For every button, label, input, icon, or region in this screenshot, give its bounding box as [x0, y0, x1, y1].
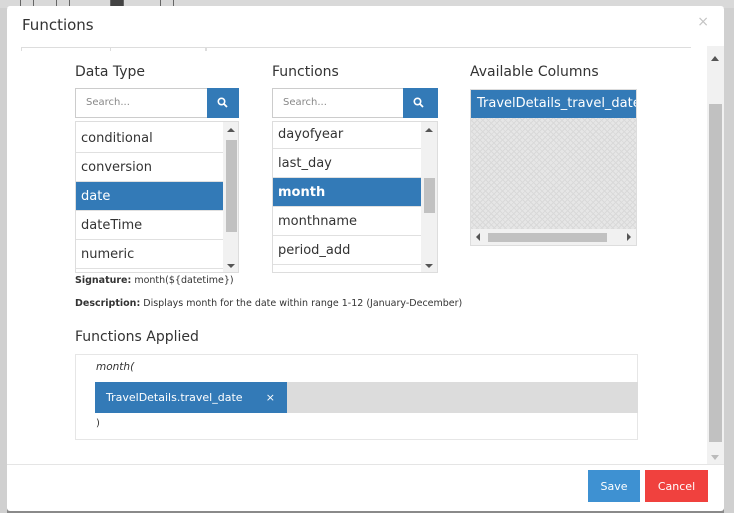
list-scrollbar[interactable]: [421, 122, 437, 272]
signature-line: Signature: month(${datetime}): [75, 275, 234, 286]
list-item[interactable]: period_diff: [273, 265, 421, 272]
dialog-scrollbar[interactable]: [707, 46, 724, 464]
data-type-search: Search...: [75, 88, 239, 118]
list-item[interactable]: conversion: [76, 153, 223, 182]
applied-function-close: ): [96, 418, 100, 429]
scroll-up-icon[interactable]: [425, 128, 433, 132]
background-panel: [724, 8, 734, 513]
scrollbar-thumb[interactable]: [709, 104, 722, 442]
data-type-label: Data Type: [75, 64, 146, 80]
list-item[interactable]: conditional: [76, 124, 223, 153]
scroll-right-icon[interactable]: [627, 233, 631, 241]
signature-label: Signature:: [75, 275, 132, 286]
dialog-body: Data Type Search... conditional conversi…: [7, 46, 707, 464]
list-item-selected[interactable]: month: [273, 178, 421, 207]
search-icon: [217, 97, 228, 108]
argument-dropzone[interactable]: TravelDetails.travel_date ×: [95, 382, 638, 413]
functions-applied-box: month( TravelDetails.travel_date × ): [75, 354, 638, 440]
scroll-down-icon[interactable]: [425, 264, 433, 268]
argument-chip[interactable]: TravelDetails.travel_date ×: [95, 382, 287, 413]
available-columns-label: Available Columns: [470, 64, 599, 80]
functions-search-button[interactable]: [403, 88, 438, 118]
scrollbar-thumb[interactable]: [226, 140, 237, 232]
argument-chip-label: TravelDetails.travel_date: [106, 391, 243, 404]
scroll-up-icon[interactable]: [711, 56, 719, 61]
functions-search-input[interactable]: Search...: [272, 88, 403, 118]
functions-applied-label: Functions Applied: [75, 329, 199, 345]
scrollbar-thumb[interactable]: [488, 233, 607, 242]
scroll-down-icon[interactable]: [227, 264, 235, 268]
applied-function-name: month(: [96, 361, 135, 373]
scrollbar-thumb[interactable]: [424, 178, 435, 213]
available-column-item[interactable]: TravelDetails_travel_date: [471, 90, 636, 118]
data-type-search-button[interactable]: [207, 88, 239, 118]
functions-label: Functions: [272, 64, 339, 80]
dialog-header: Functions ×: [7, 6, 724, 46]
list-item[interactable]: numeric: [76, 240, 223, 269]
signature-value: month(${datetime}): [134, 275, 234, 286]
description-line: Description: Displays month for the date…: [75, 298, 462, 309]
list-scrollbar[interactable]: [223, 122, 238, 272]
background-panel: [0, 8, 7, 513]
list-item[interactable]: period_add: [273, 236, 421, 265]
description-label: Description:: [75, 298, 141, 309]
save-button[interactable]: Save: [588, 470, 640, 502]
list-item[interactable]: dayofyear: [273, 122, 421, 149]
scroll-down-icon[interactable]: [711, 455, 719, 460]
data-type-list: conditional conversion date dateTime num…: [75, 121, 239, 273]
list-item[interactable]: dateTime: [76, 211, 223, 240]
data-type-search-input[interactable]: Search...: [75, 88, 207, 118]
search-icon: [413, 97, 424, 108]
list-item-selected[interactable]: date: [76, 182, 223, 211]
scroll-up-icon[interactable]: [227, 128, 235, 132]
available-columns-list: TravelDetails_travel_date: [470, 89, 637, 246]
close-icon[interactable]: ×: [697, 14, 709, 30]
dialog-title: Functions: [22, 16, 94, 34]
functions-dialog: Functions × Data Type Search... conditio…: [7, 6, 724, 511]
remove-argument-icon[interactable]: ×: [266, 382, 275, 413]
scroll-left-icon[interactable]: [476, 233, 480, 241]
dialog-footer: Save Cancel: [7, 464, 724, 511]
list-item[interactable]: monthname: [273, 207, 421, 236]
cancel-button[interactable]: Cancel: [645, 470, 708, 502]
functions-search: Search...: [272, 88, 438, 118]
horizontal-scrollbar[interactable]: [471, 229, 636, 245]
list-item[interactable]: last_day: [273, 149, 421, 178]
functions-list: dayofyear last_day month monthname perio…: [272, 121, 438, 273]
description-value: Displays month for the date within range…: [143, 298, 463, 309]
